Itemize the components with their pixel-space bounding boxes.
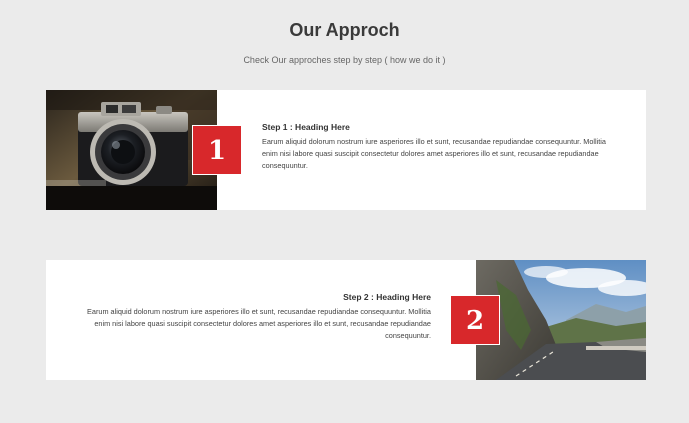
step-number-badge: 1 [192,125,242,175]
step-heading: Step 2 : Heading Here [343,292,431,302]
step-number-badge: 2 [450,295,500,345]
step-card-2: 2 Step 2 : Heading Here Earum aliquid do… [46,260,646,380]
step-description: Earum aliquid dolorum nostrum iure asper… [87,307,431,341]
step-card-1: 1 Step 1 : Heading Here Earum aliquid do… [46,90,646,210]
mountain-road-photo [476,260,646,380]
step-description: Earum aliquid dolorum nostrum iure asper… [262,137,606,171]
step-heading: Step 1 : Heading Here [262,122,350,132]
page-subtitle: Check Our approches step by step ( how w… [243,55,446,65]
page-title: Our Approch [289,20,400,40]
